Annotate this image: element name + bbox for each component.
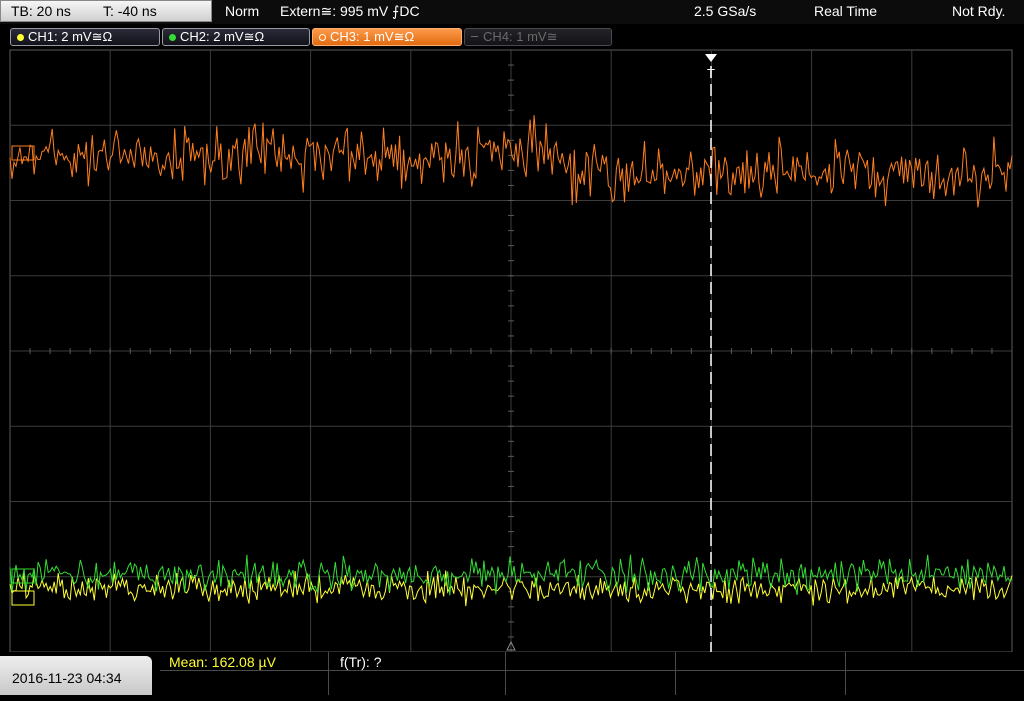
mean-measurement[interactable]: Mean: 162.08 µV bbox=[169, 653, 276, 671]
sample-rate: 2.5 GSa/s bbox=[694, 3, 757, 19]
acquisition-info[interactable]: Norm Extern≅: 995 mV ⨍DC 2.5 GSa/s Real … bbox=[216, 0, 1024, 22]
date-time-box: 2016-11-23 04:34 bbox=[0, 656, 152, 695]
channel-label: CH3: 1 mV≅Ω bbox=[330, 29, 415, 44]
channel-label: CH1: 2 mV≅Ω bbox=[28, 29, 113, 44]
ch3-dot-icon bbox=[319, 34, 326, 41]
measurement-panel[interactable]: Mean: 162.08 µV f(Tr): ? bbox=[160, 652, 1024, 695]
trigger-label: T bbox=[707, 66, 715, 81]
channel-tab-ch3[interactable]: CH3: 1 mV≅Ω bbox=[312, 28, 462, 46]
measurement-divider bbox=[675, 652, 676, 695]
trigger-source[interactable]: Extern≅: 995 mV ⨍DC bbox=[280, 0, 420, 22]
ch4-off-icon bbox=[471, 36, 478, 37]
ch2-dot-icon bbox=[169, 34, 176, 41]
trigger-time-value: T: -40 ns bbox=[103, 3, 157, 19]
channel-label: CH4: 1 mV≅ bbox=[483, 29, 558, 44]
measurement-divider bbox=[505, 652, 506, 695]
run-state: Not Rdy. bbox=[952, 3, 1006, 19]
timestamp: 2016-11-23 04:34 bbox=[12, 670, 122, 686]
channel-tab-ch2[interactable]: CH2: 2 mV≅Ω bbox=[162, 28, 310, 46]
measurement-divider bbox=[845, 652, 846, 695]
timebase-value: TB: 20 ns bbox=[11, 3, 71, 19]
measurement-divider bbox=[328, 652, 329, 695]
channel-label: CH2: 2 mV≅Ω bbox=[180, 29, 265, 44]
acquisition-mode: Real Time bbox=[814, 3, 878, 19]
channel-tab-ch4[interactable]: CH4: 1 mV≅ bbox=[464, 28, 612, 46]
waveform-display[interactable]: T bbox=[0, 0, 1024, 652]
frequency-measurement[interactable]: f(Tr): ? bbox=[340, 653, 381, 671]
channel-tab-ch1[interactable]: CH1: 2 mV≅Ω bbox=[10, 28, 160, 46]
measurement-divider bbox=[160, 670, 1024, 671]
ch1-dot-icon bbox=[17, 34, 24, 41]
trigger-mode[interactable]: Norm bbox=[225, 0, 259, 22]
timebase-box[interactable]: TB: 20 ns T: -40 ns bbox=[0, 0, 212, 22]
status-bar: TB: 20 ns T: -40 ns Norm Extern≅: 995 mV… bbox=[0, 0, 1024, 24]
